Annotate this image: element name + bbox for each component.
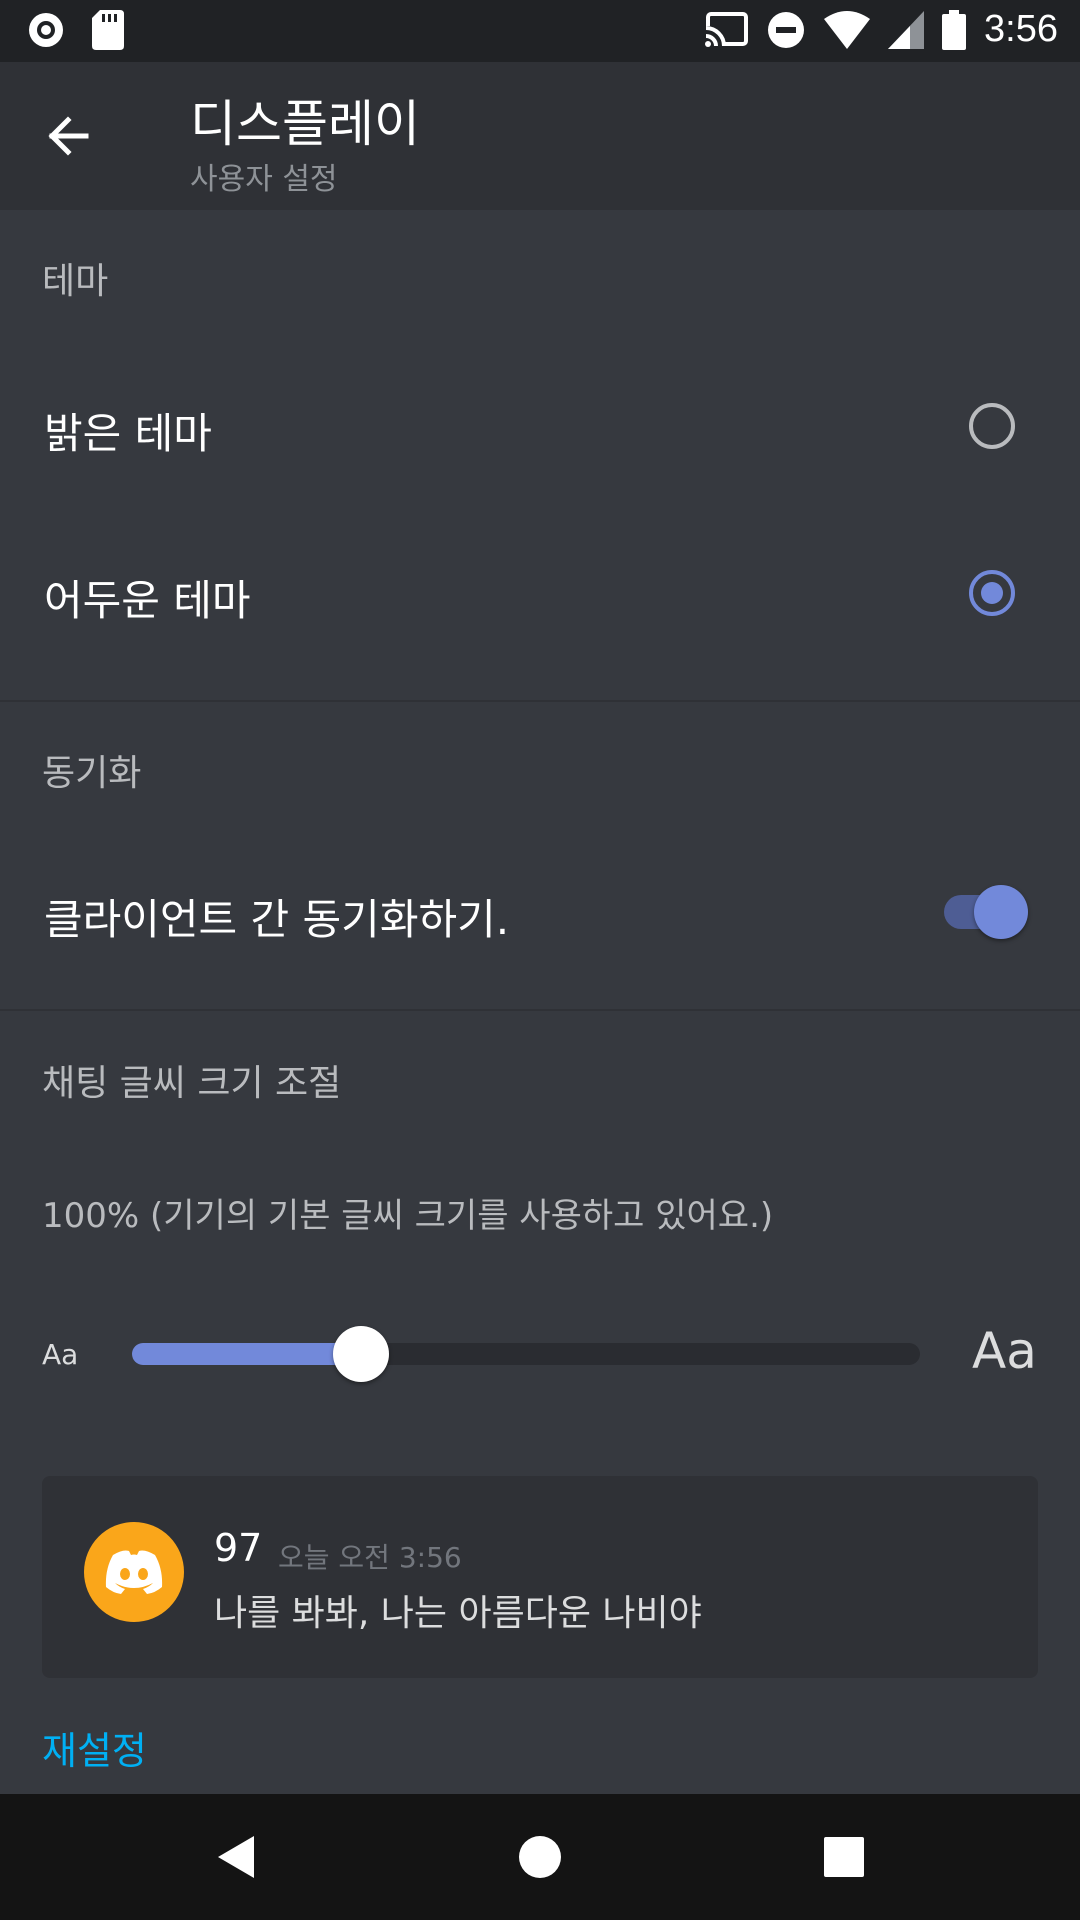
- discord-logo-icon: [105, 1550, 163, 1594]
- recents-square-icon[interactable]: [817, 1830, 871, 1884]
- avatar: [84, 1522, 184, 1622]
- home-circle-icon[interactable]: [513, 1830, 567, 1884]
- font-size-slider-thumb[interactable]: [332, 1326, 389, 1382]
- light-theme-radio[interactable]: [969, 403, 1015, 449]
- sync-section-header: 동기화: [42, 753, 142, 794]
- dark-theme-label: 어두운 테마: [44, 576, 251, 625]
- status-time: 3:56: [984, 8, 1058, 50]
- signal-icon: [888, 10, 925, 49]
- sync-toggle-thumb[interactable]: [974, 885, 1028, 939]
- reset-button[interactable]: 재설정: [42, 1720, 147, 1775]
- app-bar: 디스플레이 사용자 설정: [0, 62, 1080, 210]
- page-subtitle: 사용자 설정: [190, 162, 338, 197]
- status-bar: 3:56: [0, 0, 1080, 62]
- radio-selected-dot: [981, 582, 1003, 604]
- navigation-bar: [0, 1794, 1080, 1920]
- sync-toggle-label: 클라이언트 간 동기화하기.: [44, 895, 510, 944]
- theme-section-header: 테마: [42, 261, 109, 302]
- cast-icon: [704, 11, 749, 48]
- message-username: 97: [214, 1526, 263, 1570]
- divider: [0, 700, 1080, 702]
- arrow-left-icon[interactable]: [40, 108, 96, 164]
- divider: [0, 1009, 1080, 1011]
- message-text: 나를 봐봐, 나는 아름다운 나비야: [214, 1593, 702, 1634]
- message-timestamp: 오늘 오전 3:56: [278, 1541, 462, 1574]
- message-preview-card: 97 오늘 오전 3:56 나를 봐봐, 나는 아름다운 나비야: [42, 1476, 1038, 1678]
- wifi-icon: [824, 10, 871, 49]
- do-not-disturb-icon: [768, 11, 805, 48]
- font-size-section-header: 채팅 글씨 크기 조절: [42, 1063, 342, 1104]
- page-title: 디스플레이: [190, 95, 420, 153]
- dark-theme-radio[interactable]: [969, 570, 1015, 616]
- light-theme-label: 밝은 테마: [44, 409, 212, 458]
- font-size-description: 100% (기기의 기본 글씨 크기를 사용하고 있어요.): [42, 1196, 774, 1236]
- sd-card-icon: [92, 10, 124, 50]
- battery-icon: [942, 9, 967, 50]
- slider-large-label: Aa: [972, 1322, 1037, 1380]
- font-size-slider-fill: [132, 1343, 361, 1365]
- record-icon: [29, 13, 63, 47]
- slider-small-label: Aa: [42, 1338, 79, 1371]
- back-triangle-icon[interactable]: [210, 1830, 264, 1884]
